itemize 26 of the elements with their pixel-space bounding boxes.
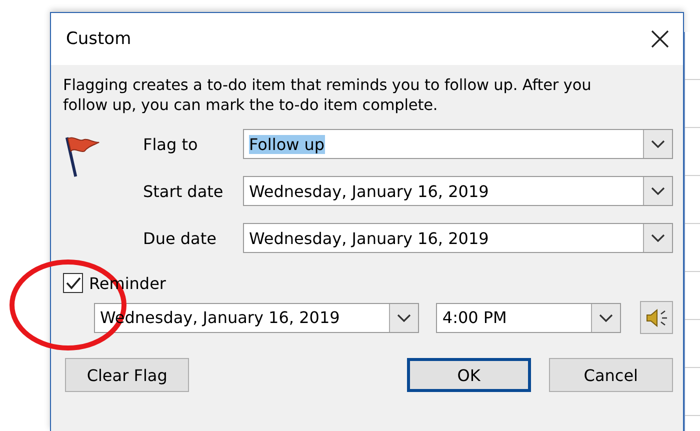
- time-combo-box[interactable]: 4:00 PM: [436, 302, 622, 332]
- close-icon[interactable]: [651, 30, 669, 48]
- sound-button[interactable]: [640, 301, 673, 334]
- dropdown-button[interactable]: [389, 304, 418, 332]
- chevron-down-icon: [651, 187, 665, 195]
- chevron-down-icon: [651, 140, 665, 148]
- dialog-button[interactable]: Cancel: [548, 358, 673, 392]
- combo-box[interactable]: Wednesday, January 16, 2019: [243, 223, 673, 253]
- chevron-down-icon: [397, 314, 412, 322]
- dialog-button[interactable]: Clear Flag: [65, 358, 190, 392]
- chevron-down-icon: [651, 234, 665, 242]
- dropdown-button[interactable]: [591, 304, 620, 332]
- dropdown-button[interactable]: [643, 130, 672, 158]
- combo-box[interactable]: Wednesday, January 16, 2019: [243, 176, 673, 206]
- description-text: Flagging creates a to-do item that reminds you to follow up. After you follow up, you can mark the to-do item complete.: [63, 75, 592, 115]
- field-label: Due date: [143, 228, 218, 248]
- chevron-down-icon: [599, 314, 614, 322]
- reminder-checkbox[interactable]: [63, 273, 83, 293]
- window-title: Custom: [66, 29, 132, 49]
- field-label: Flag to: [143, 134, 199, 154]
- combo-box[interactable]: Follow up: [243, 129, 673, 159]
- field-label: Start date: [143, 182, 224, 200]
- dropdown-button[interactable]: [643, 224, 672, 252]
- dropdown-button[interactable]: [643, 177, 672, 205]
- dialog-button[interactable]: OK: [406, 358, 531, 392]
- speaker-icon: [644, 308, 669, 328]
